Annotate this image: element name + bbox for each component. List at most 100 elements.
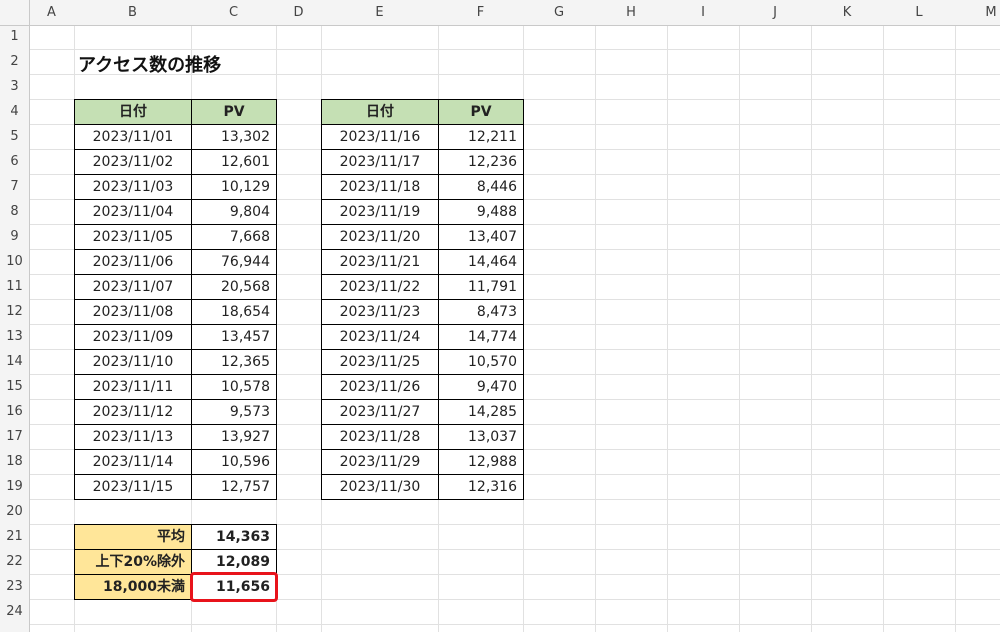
date-cell[interactable]: 2023/11/08 [74, 299, 192, 325]
date-cell[interactable]: 2023/11/16 [321, 124, 439, 150]
pv-cell[interactable]: 18,654 [191, 299, 277, 325]
pv-cell[interactable]: 13,407 [438, 224, 524, 250]
row-header-11[interactable]: 11 [0, 274, 29, 299]
row-header-3[interactable]: 3 [0, 74, 29, 99]
date-cell[interactable]: 2023/11/06 [74, 249, 192, 275]
pv-cell[interactable]: 13,302 [191, 124, 277, 150]
pv-cell[interactable]: 13,927 [191, 424, 277, 450]
pv-cell[interactable]: 10,596 [191, 449, 277, 475]
table-header-pv[interactable]: PV [191, 99, 277, 125]
pv-cell[interactable]: 14,285 [438, 399, 524, 425]
row-header-24[interactable]: 24 [0, 599, 29, 624]
date-cell[interactable]: 2023/11/28 [321, 424, 439, 450]
column-header-c[interactable]: C [191, 0, 276, 25]
pv-cell[interactable]: 7,668 [191, 224, 277, 250]
column-header-k[interactable]: K [811, 0, 883, 25]
column-header-m[interactable]: M [955, 0, 1000, 25]
row-header-16[interactable]: 16 [0, 399, 29, 424]
date-cell[interactable]: 2023/11/10 [74, 349, 192, 375]
date-cell[interactable]: 2023/11/29 [321, 449, 439, 475]
pv-cell[interactable]: 14,774 [438, 324, 524, 350]
column-header-j[interactable]: J [739, 0, 811, 25]
column-header-b[interactable]: B [74, 0, 191, 25]
date-cell[interactable]: 2023/11/12 [74, 399, 192, 425]
row-header-10[interactable]: 10 [0, 249, 29, 274]
pv-cell[interactable]: 12,236 [438, 149, 524, 175]
column-header-a[interactable]: A [29, 0, 74, 25]
pv-cell[interactable]: 12,757 [191, 474, 277, 500]
summary-value[interactable]: 11,656 [191, 574, 277, 600]
column-header-l[interactable]: L [883, 0, 955, 25]
table-header-date[interactable]: 日付 [321, 99, 439, 125]
pv-cell[interactable]: 10,570 [438, 349, 524, 375]
pv-cell[interactable]: 11,791 [438, 274, 524, 300]
row-header-21[interactable]: 21 [0, 524, 29, 549]
pv-cell[interactable]: 9,573 [191, 399, 277, 425]
pv-cell[interactable]: 12,601 [191, 149, 277, 175]
pv-cell[interactable]: 9,470 [438, 374, 524, 400]
date-cell[interactable]: 2023/11/11 [74, 374, 192, 400]
date-cell[interactable]: 2023/11/25 [321, 349, 439, 375]
date-cell[interactable]: 2023/11/05 [74, 224, 192, 250]
date-cell[interactable]: 2023/11/18 [321, 174, 439, 200]
date-cell[interactable]: 2023/11/13 [74, 424, 192, 450]
pv-cell[interactable]: 9,488 [438, 199, 524, 225]
row-header-12[interactable]: 12 [0, 299, 29, 324]
row-header-14[interactable]: 14 [0, 349, 29, 374]
table-header-pv[interactable]: PV [438, 99, 524, 125]
row-header-13[interactable]: 13 [0, 324, 29, 349]
column-header-i[interactable]: I [667, 0, 739, 25]
date-cell[interactable]: 2023/11/19 [321, 199, 439, 225]
date-cell[interactable]: 2023/11/20 [321, 224, 439, 250]
row-header-6[interactable]: 6 [0, 149, 29, 174]
spreadsheet-grid[interactable]: A B C D E F G H I J K L M 1 2 3 4 5 6 7 8 9 10 11 12 13 14 15 16 17 18… [0, 0, 1000, 632]
row-header-9[interactable]: 9 [0, 224, 29, 249]
row-header-23[interactable]: 23 [0, 574, 29, 599]
pv-cell[interactable]: 8,473 [438, 299, 524, 325]
row-header-8[interactable]: 8 [0, 199, 29, 224]
summary-value[interactable]: 14,363 [191, 524, 277, 550]
row-header-15[interactable]: 15 [0, 374, 29, 399]
row-header-4[interactable]: 4 [0, 99, 29, 124]
summary-value[interactable]: 12,089 [191, 549, 277, 575]
pv-cell[interactable]: 10,578 [191, 374, 277, 400]
pv-cell[interactable]: 9,804 [191, 199, 277, 225]
pv-cell[interactable]: 8,446 [438, 174, 524, 200]
column-header-g[interactable]: G [523, 0, 595, 25]
date-cell[interactable]: 2023/11/22 [321, 274, 439, 300]
pv-cell[interactable]: 12,316 [438, 474, 524, 500]
date-cell[interactable]: 2023/11/02 [74, 149, 192, 175]
column-header-f[interactable]: F [438, 0, 523, 25]
select-all-corner[interactable] [0, 0, 30, 26]
date-cell[interactable]: 2023/11/01 [74, 124, 192, 150]
date-cell[interactable]: 2023/11/30 [321, 474, 439, 500]
row-header-22[interactable]: 22 [0, 549, 29, 574]
pv-cell[interactable]: 12,211 [438, 124, 524, 150]
date-cell[interactable]: 2023/11/04 [74, 199, 192, 225]
pv-cell[interactable]: 13,457 [191, 324, 277, 350]
table-header-date[interactable]: 日付 [74, 99, 192, 125]
pv-cell[interactable]: 12,988 [438, 449, 524, 475]
pv-cell[interactable]: 13,037 [438, 424, 524, 450]
row-header-18[interactable]: 18 [0, 449, 29, 474]
row-header-5[interactable]: 5 [0, 124, 29, 149]
date-cell[interactable]: 2023/11/27 [321, 399, 439, 425]
row-header-1[interactable]: 1 [0, 25, 29, 49]
pv-cell[interactable]: 12,365 [191, 349, 277, 375]
date-cell[interactable]: 2023/11/21 [321, 249, 439, 275]
row-header-20[interactable]: 20 [0, 499, 29, 524]
date-cell[interactable]: 2023/11/17 [321, 149, 439, 175]
row-header-17[interactable]: 17 [0, 424, 29, 449]
pv-cell[interactable]: 20,568 [191, 274, 277, 300]
row-header-2[interactable]: 2 [0, 49, 29, 74]
date-cell[interactable]: 2023/11/15 [74, 474, 192, 500]
pv-cell[interactable]: 76,944 [191, 249, 277, 275]
summary-label[interactable]: 18,000未満 [74, 574, 192, 600]
date-cell[interactable]: 2023/11/26 [321, 374, 439, 400]
summary-label[interactable]: 上下20%除外 [74, 549, 192, 575]
column-header-e[interactable]: E [321, 0, 438, 25]
date-cell[interactable]: 2023/11/07 [74, 274, 192, 300]
row-header-7[interactable]: 7 [0, 174, 29, 199]
pv-cell[interactable]: 10,129 [191, 174, 277, 200]
summary-label[interactable]: 平均 [74, 524, 192, 550]
